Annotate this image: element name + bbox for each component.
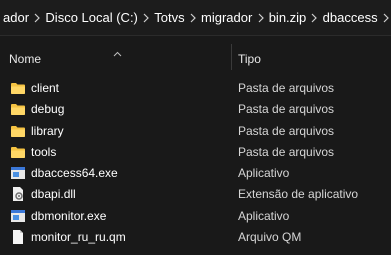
file-row-tools[interactable]: tools Pasta de arquivos [0, 141, 391, 162]
file-list: client Pasta de arquivos debug Pasta de … [0, 77, 391, 247]
file-row-dbapi[interactable]: dbapi.dll Extensão de aplicativo [0, 183, 391, 204]
file-name: dbmonitor.exe [31, 208, 107, 223]
file-type: Aplicativo [238, 166, 290, 181]
file-row-client[interactable]: client Pasta de arquivos [0, 77, 391, 98]
file-type: Pasta de arquivos [238, 144, 335, 159]
file-type: Pasta de arquivos [238, 123, 335, 138]
folder-icon [10, 123, 26, 139]
sort-ascending-icon [113, 44, 122, 62]
file-row-debug[interactable]: debug Pasta de arquivos [0, 98, 391, 119]
chevron-right-icon[interactable] [255, 13, 265, 23]
column-divider[interactable] [231, 44, 232, 70]
file-name: debug [31, 102, 65, 117]
file-name: tools [31, 144, 57, 159]
breadcrumb-item[interactable]: Totvs [151, 10, 187, 25]
column-header-type[interactable]: Tipo [238, 52, 261, 66]
file-row-dbaccess64[interactable]: dbaccess64.exe Aplicativo [0, 162, 391, 183]
file-type: Pasta de arquivos [238, 102, 335, 117]
file-name: library [31, 123, 64, 138]
chevron-right-icon[interactable] [309, 13, 319, 23]
file-row-monitor-qm[interactable]: monitor_ru_ru.qm Arquivo QM [0, 226, 391, 247]
breadcrumb-item[interactable]: migrador [198, 10, 255, 25]
chevron-right-icon[interactable] [188, 13, 198, 23]
chevron-right-icon[interactable] [141, 13, 151, 23]
chevron-right-icon[interactable] [381, 13, 391, 23]
chevron-right-icon[interactable] [32, 13, 42, 23]
exe-icon [10, 208, 26, 224]
file-type: Aplicativo [238, 208, 290, 223]
file-row-dbmonitor[interactable]: dbmonitor.exe Aplicativo [0, 205, 391, 226]
breadcrumb-item[interactable]: ador [0, 10, 32, 25]
file-type: Pasta de arquivos [238, 81, 335, 95]
file-row-library[interactable]: library Pasta de arquivos [0, 120, 391, 141]
breadcrumb-item[interactable]: Disco Local (C:) [42, 10, 140, 25]
file-name: dbaccess64.exe [31, 166, 118, 181]
file-name: client [31, 81, 60, 95]
file-name: monitor_ru_ru.qm [31, 230, 126, 245]
folder-icon [10, 101, 26, 117]
file-type: Extensão de aplicativo [238, 187, 359, 202]
breadcrumb-item[interactable]: dbaccess [320, 10, 381, 25]
column-header-name[interactable]: Nome [9, 52, 41, 66]
file-name: dbapi.dll [31, 187, 76, 202]
folder-icon [10, 80, 26, 96]
column-header: Nome Tipo [0, 44, 391, 74]
breadcrumb-item[interactable]: bin.zip [266, 10, 310, 25]
dll-icon [10, 186, 26, 202]
breadcrumb: ador Disco Local (C:) Totvs migrador bin… [0, 0, 391, 36]
exe-icon [10, 165, 26, 181]
file-icon [10, 229, 26, 245]
file-type: Arquivo QM [238, 230, 302, 245]
folder-icon [10, 144, 26, 160]
